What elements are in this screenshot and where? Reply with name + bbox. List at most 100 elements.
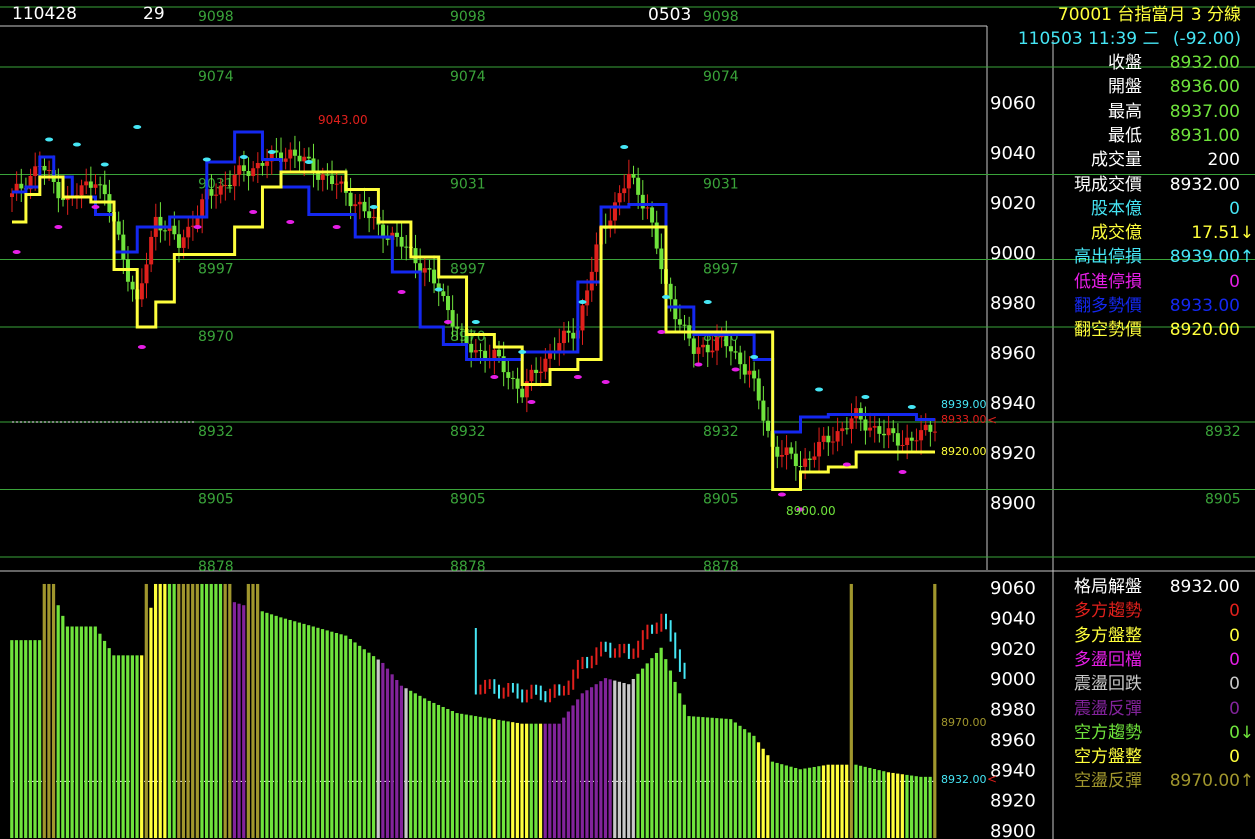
pattern-bar bbox=[910, 775, 914, 838]
grid-label: 9074 bbox=[198, 69, 234, 85]
candle-body bbox=[696, 347, 701, 354]
magenta-marker bbox=[193, 225, 202, 229]
pattern-bar bbox=[664, 659, 668, 838]
price-annotation: 8900.00 bbox=[786, 504, 836, 518]
pattern-bar bbox=[752, 735, 756, 838]
candle-body bbox=[677, 319, 682, 325]
candle-body bbox=[84, 181, 89, 186]
pattern-panel-row: 空方趨勢 0 ↓ bbox=[1062, 721, 1254, 745]
candle-body bbox=[371, 216, 376, 219]
candle-body bbox=[529, 369, 534, 382]
pattern-bar bbox=[538, 723, 543, 838]
candle-body bbox=[631, 173, 636, 178]
pattern-panel-row: 空盪反彈 8970.00 ↑ bbox=[1062, 769, 1254, 793]
pattern-bar bbox=[807, 767, 812, 838]
pattern-bar bbox=[455, 713, 459, 838]
candle-body bbox=[385, 238, 390, 240]
pattern-bar bbox=[896, 773, 900, 838]
trend-arrow-icon: ↑ bbox=[1239, 247, 1254, 268]
candle-body bbox=[445, 296, 450, 311]
pattern-bar bbox=[19, 640, 23, 838]
cyan-marker bbox=[815, 387, 824, 392]
pattern-bar bbox=[274, 615, 278, 838]
panel-value: 17.51 bbox=[1191, 223, 1240, 244]
pattern-bar bbox=[743, 729, 747, 838]
pattern-bar bbox=[89, 626, 93, 838]
pattern-bar bbox=[251, 583, 255, 838]
cyan-marker bbox=[861, 395, 870, 399]
pattern-bar bbox=[520, 723, 524, 838]
quote-panel-row: 成交量 200 bbox=[1062, 148, 1252, 172]
pattern-bar bbox=[427, 700, 431, 838]
pattern-bar bbox=[812, 766, 816, 838]
magenta-marker bbox=[91, 205, 100, 209]
candle-body bbox=[914, 440, 919, 442]
pattern-bar bbox=[79, 626, 83, 838]
candle-body bbox=[218, 185, 223, 195]
pattern-bar bbox=[70, 626, 74, 838]
candle-body bbox=[144, 264, 149, 284]
candle-body bbox=[510, 377, 515, 379]
pattern-bar bbox=[580, 693, 584, 838]
candle-body bbox=[362, 201, 367, 212]
pattern-bar bbox=[692, 716, 696, 838]
magenta-marker bbox=[443, 320, 452, 324]
pattern-bar bbox=[738, 725, 742, 838]
pattern-bar bbox=[260, 611, 264, 838]
candle-body bbox=[325, 174, 330, 176]
candle-body bbox=[427, 268, 432, 270]
pattern-bar bbox=[794, 767, 798, 838]
pattern-bar bbox=[61, 615, 65, 838]
candle-body bbox=[88, 181, 93, 188]
panel-value: 0 bbox=[1229, 698, 1240, 719]
candle-body bbox=[339, 181, 344, 184]
cyan-marker bbox=[267, 150, 276, 154]
pattern-bar bbox=[181, 583, 186, 838]
candle-body bbox=[571, 332, 576, 339]
pattern-bar bbox=[209, 583, 213, 838]
datetime-label: 110503 11:39 二 (-92.00) bbox=[1018, 28, 1241, 50]
candle-body bbox=[617, 193, 622, 203]
pattern-bar bbox=[845, 764, 849, 838]
change-value: (-92.00) bbox=[1172, 29, 1241, 49]
pattern-bar bbox=[223, 583, 227, 838]
pattern-bar bbox=[914, 776, 918, 838]
grid-label: 8905 bbox=[450, 492, 486, 508]
candle-body bbox=[149, 236, 154, 265]
candle-body bbox=[306, 156, 311, 159]
cyan-marker bbox=[471, 320, 480, 324]
trend-arrow-icon: ↓ bbox=[1239, 223, 1254, 244]
candle-body bbox=[779, 455, 784, 457]
candle-body bbox=[793, 453, 798, 467]
pattern-bar bbox=[24, 640, 28, 838]
candle-body bbox=[877, 426, 882, 434]
pattern-bar bbox=[701, 717, 705, 838]
pattern-bar bbox=[413, 693, 417, 838]
candle-body bbox=[919, 430, 924, 441]
panel-value: 0 bbox=[1229, 722, 1240, 743]
candle-body bbox=[803, 458, 808, 467]
panel-label: 開盤 bbox=[1108, 77, 1142, 98]
pattern-bar bbox=[98, 633, 102, 838]
candle-body bbox=[775, 446, 780, 457]
magenta-marker bbox=[12, 250, 21, 254]
pattern-bar bbox=[121, 655, 125, 838]
grid-label: 9074 bbox=[450, 69, 486, 85]
pattern-bar bbox=[302, 623, 306, 838]
pattern-bar bbox=[33, 640, 37, 838]
pattern-bar bbox=[112, 655, 116, 838]
candle-body bbox=[543, 358, 548, 372]
panel-value: 8931.00 bbox=[1169, 125, 1240, 146]
pattern-bar bbox=[144, 583, 148, 838]
sub-price-annotation: 8970.00 bbox=[941, 716, 987, 729]
candle-body bbox=[292, 149, 297, 156]
quote-panel-row: 成交億 17.51 ↓ bbox=[1062, 221, 1254, 245]
pattern-bar bbox=[877, 770, 881, 838]
panel-label: 高出停損 bbox=[1074, 247, 1142, 268]
quote-panel-row: 股本億 0 bbox=[1062, 197, 1252, 221]
quote-panel-row: 高出停損 8939.00 ↑ bbox=[1062, 245, 1254, 269]
pattern-bar bbox=[868, 767, 872, 838]
pattern-bar bbox=[381, 662, 385, 838]
pattern-bar bbox=[325, 630, 329, 838]
pattern-bar bbox=[705, 717, 710, 838]
